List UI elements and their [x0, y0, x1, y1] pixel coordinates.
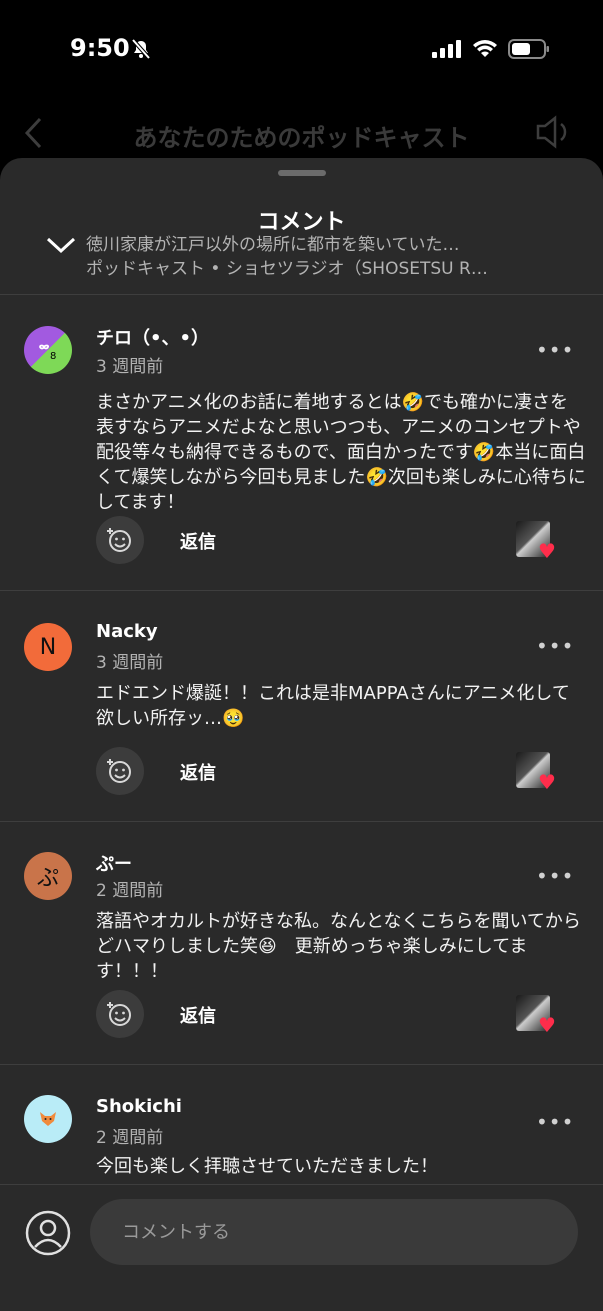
divider	[0, 294, 603, 295]
comment-username[interactable]: チロ（•、•）	[96, 324, 209, 350]
comment-composer	[0, 1184, 603, 1311]
add-reaction-button[interactable]	[96, 747, 144, 795]
reply-button[interactable]: 返信	[180, 528, 216, 554]
episode-title: 徳川家康が江戸以外の場所に都市を築いていた…	[86, 235, 460, 255]
heart-icon: ♥	[538, 770, 556, 794]
wifi-icon	[473, 40, 497, 57]
reaction-thumbnail[interactable]: ♥	[516, 521, 560, 565]
comments-sheet: コメント 徳川家康が江戸以外の場所に都市を築いていた… ポッドキャスト • ショ…	[0, 158, 603, 1311]
bell-off-icon	[131, 38, 151, 60]
avatar-letter: ぷ	[36, 866, 59, 891]
comment-input[interactable]	[90, 1199, 578, 1265]
add-emoji-icon	[107, 759, 131, 783]
svg-text:8: 8	[50, 351, 56, 362]
add-emoji-icon	[107, 1002, 131, 1026]
chevron-down-icon[interactable]	[46, 236, 76, 254]
comment-text: 落語やオカルトが好きな私。なんとなくこちらを聞いてからどハマりしました笑😆 更新…	[96, 911, 581, 982]
comment-time: 3 週間前	[96, 653, 164, 673]
user-icon[interactable]	[24, 1209, 72, 1257]
heart-icon: ♥	[538, 539, 556, 563]
avatar[interactable]: N	[24, 623, 72, 671]
avatar[interactable]: ぷ	[24, 852, 72, 900]
add-reaction-button[interactable]	[96, 990, 144, 1038]
avatar[interactable]	[24, 1095, 72, 1143]
more-options-icon[interactable]: •••	[536, 864, 574, 888]
more-options-icon[interactable]: •••	[536, 338, 574, 362]
reaction-thumbnail[interactable]: ♥	[516, 752, 560, 796]
divider	[0, 821, 603, 822]
signal-icon	[432, 40, 461, 58]
page-title: あなたのためのポッドキャスト	[133, 124, 470, 152]
reply-button[interactable]: 返信	[180, 1002, 216, 1028]
fox-icon	[40, 1112, 56, 1126]
divider	[0, 1064, 603, 1065]
divider	[0, 590, 603, 591]
avatar[interactable]: 8	[24, 326, 72, 374]
speaker-icon[interactable]	[535, 114, 573, 150]
comment-time: 3 週間前	[96, 357, 164, 377]
status-time: 9:50	[70, 34, 130, 62]
comment-text: まさかアニメ化のお話に着地するとは🤣でも確かに凄さを表すならアニメだよなと思いつ…	[96, 392, 586, 513]
battery-icon	[508, 39, 549, 59]
reply-button[interactable]: 返信	[180, 759, 216, 785]
comment-username[interactable]: ぷー	[96, 850, 132, 876]
heart-icon: ♥	[538, 1013, 556, 1037]
episode-subtitle: ポッドキャスト • ショセツラジオ（SHOSETSU R…	[86, 259, 488, 279]
add-emoji-icon	[107, 528, 131, 552]
status-bar: 9:50	[0, 0, 603, 100]
reaction-thumbnail[interactable]: ♥	[516, 995, 560, 1039]
comment-time: 2 週間前	[96, 881, 164, 901]
comment-username[interactable]: Nacky	[96, 621, 158, 642]
comment-text: 今回も楽しく拝聴させていただきました！	[96, 1156, 438, 1177]
more-options-icon[interactable]: •••	[536, 1110, 574, 1134]
add-reaction-button[interactable]	[96, 516, 144, 564]
drag-handle[interactable]	[278, 170, 326, 176]
comment-time: 2 週間前	[96, 1128, 164, 1148]
avatar-letter: N	[39, 634, 57, 660]
more-options-icon[interactable]: •••	[536, 634, 574, 658]
comment-text: エドエンド爆誕！！これは是非MAPPAさんにアニメ化して欲しい所存ッ…🥹	[96, 683, 570, 729]
infinity-icon: 8	[39, 344, 56, 362]
comment-username[interactable]: Shokichi	[96, 1096, 182, 1117]
